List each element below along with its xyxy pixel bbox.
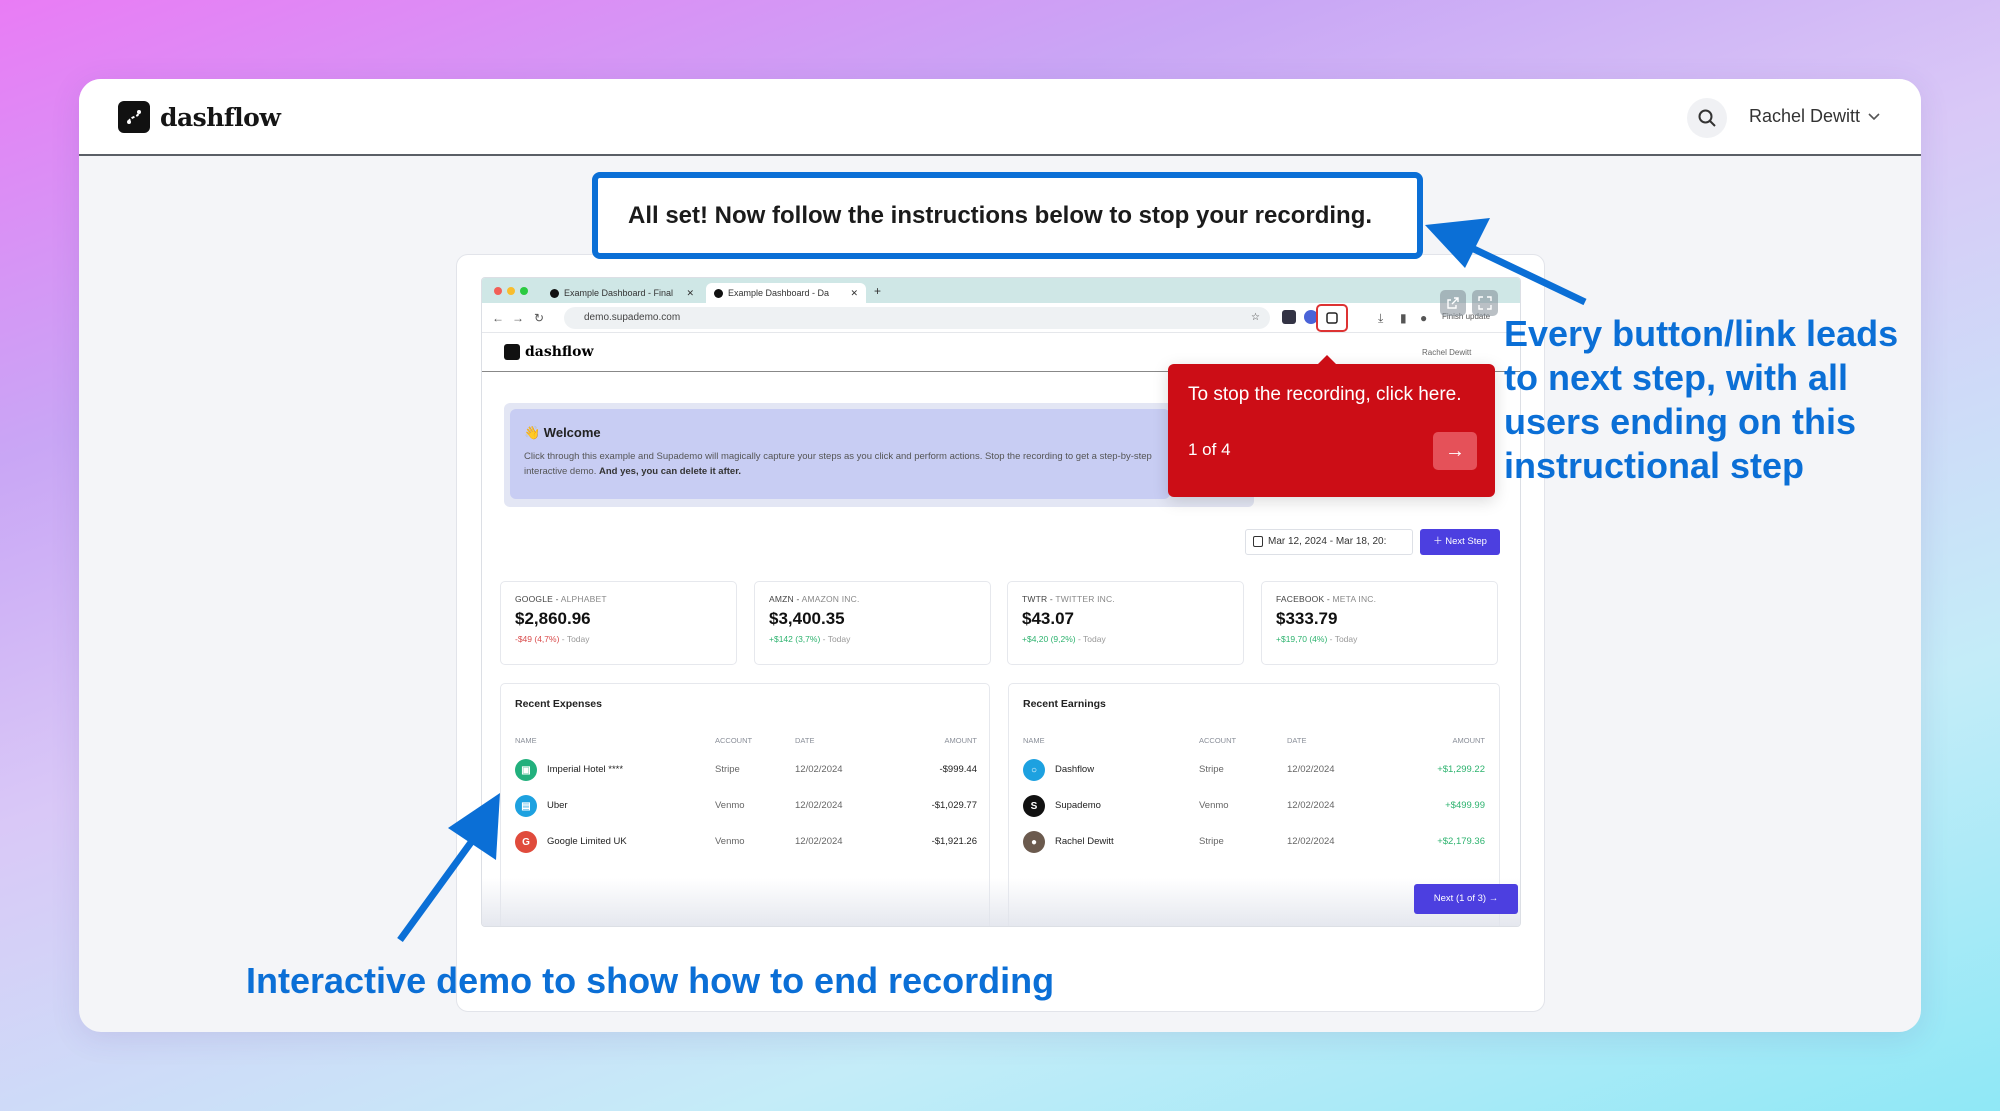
tooltip-step-counter: 1 of 4 xyxy=(1188,440,1231,459)
search-button[interactable] xyxy=(1687,98,1727,138)
tab-label: Example Dashboard - Da xyxy=(728,288,830,298)
next-progress-button[interactable]: Next (1 of 3) → xyxy=(1414,884,1518,914)
stock-card[interactable]: FACEBOOK - META INC. $333.79 +$19,70 (4%… xyxy=(1261,581,1498,665)
url-input[interactable]: demo.supademo.com ☆ xyxy=(564,307,1270,329)
close-dot[interactable] xyxy=(494,287,502,295)
browser-tab[interactable]: Example Dashboard - Final ✕ xyxy=(542,283,702,303)
logo-icon xyxy=(504,344,520,360)
logo[interactable]: dashflow xyxy=(118,101,281,133)
star-icon[interactable]: ☆ xyxy=(1251,307,1260,329)
stock-price: $333.79 xyxy=(1276,609,1338,628)
google-icon: G xyxy=(515,831,537,853)
window-controls xyxy=(494,287,528,295)
stock-price: $43.07 xyxy=(1022,609,1074,628)
reload-icon[interactable]: ↻ xyxy=(534,311,544,325)
address-bar: ← → ↻ demo.supademo.com ☆ ⤓ ▮ ● Finish u… xyxy=(482,303,1520,333)
stock-price: $2,860.96 xyxy=(515,609,591,628)
download-icon[interactable]: ⤓ xyxy=(1378,311,1383,326)
logo-text: dashflow xyxy=(160,102,281,132)
browser-tab-active[interactable]: Example Dashboard - Da ✕ xyxy=(706,283,866,303)
fullscreen-button[interactable] xyxy=(1472,290,1498,316)
user-menu[interactable]: Rachel Dewitt xyxy=(1749,106,1880,127)
tooltip-next-button[interactable]: → xyxy=(1433,432,1477,470)
date-range-text: Mar 12, 2024 - Mar 18, 20: xyxy=(1268,536,1387,547)
maximize-dot[interactable] xyxy=(520,287,528,295)
instruction-banner: All set! Now follow the instructions bel… xyxy=(592,172,1423,259)
table-row[interactable]: ▤ Uber Venmo 12/02/2024 -$1,029.77 xyxy=(515,792,977,820)
favicon-icon xyxy=(714,288,723,298)
tooltip-text: To stop the recording, click here. xyxy=(1188,384,1462,405)
supademo-icon: S xyxy=(1023,795,1045,817)
fullscreen-icon xyxy=(1478,296,1492,310)
dashflow-icon: ○ xyxy=(1023,759,1045,781)
annotation-bottom: Interactive demo to show how to end reco… xyxy=(246,960,1055,1001)
stock-card[interactable]: GOOGLE - ALPHABET $2,860.96 -$49 (4,7%) … xyxy=(500,581,737,665)
supademo-extension-button[interactable] xyxy=(1316,304,1348,332)
table-row[interactable]: G Google Limited UK Venmo 12/02/2024 -$1… xyxy=(515,828,977,856)
chevron-down-icon xyxy=(1868,112,1880,120)
demo-user-name[interactable]: Rachel Dewitt xyxy=(1422,348,1471,357)
stock-price: $3,400.35 xyxy=(769,609,845,628)
profile-icon[interactable]: ● xyxy=(1420,311,1427,325)
search-icon xyxy=(1698,109,1716,127)
close-icon[interactable]: ✕ xyxy=(850,288,858,299)
annotation-right: Every button/link leads to next step, wi… xyxy=(1504,313,1899,486)
car-icon: ▤ xyxy=(515,795,537,817)
plus-icon: ＋ xyxy=(1433,536,1443,547)
table-row[interactable]: ● Rachel Dewitt Stripe 12/02/2024 +$2,17… xyxy=(1023,828,1485,856)
banner-text: All set! Now follow the instructions bel… xyxy=(628,201,1373,229)
welcome-card: 👋 Welcome Click through this example and… xyxy=(510,409,1170,499)
back-icon[interactable]: ← xyxy=(492,311,504,325)
external-link-icon xyxy=(1447,297,1459,309)
arrow-right-icon: → xyxy=(1445,439,1465,462)
extension-icon[interactable] xyxy=(1282,310,1296,324)
tab-label: Example Dashboard - Final xyxy=(564,288,674,298)
welcome-title: 👋 Welcome xyxy=(524,425,601,440)
demo-fade xyxy=(482,878,1520,926)
favicon-icon xyxy=(550,288,559,298)
extension-puzzle-icon xyxy=(1326,312,1338,324)
new-tab-icon[interactable]: + xyxy=(874,284,881,298)
demo-logo-text: dashflow xyxy=(525,344,594,360)
next-step-button[interactable]: ＋ Next Step xyxy=(1420,529,1500,555)
demo-logo[interactable]: dashflow xyxy=(504,344,594,360)
user-name: Rachel Dewitt xyxy=(1749,106,1861,126)
table-row[interactable]: S Supademo Venmo 12/02/2024 +$499.99 xyxy=(1023,792,1485,820)
welcome-body: Click through this example and Supademo … xyxy=(524,451,1152,477)
panel-title: Recent Earnings xyxy=(1023,698,1106,710)
hotel-icon: ▣ xyxy=(515,759,537,781)
logo-icon xyxy=(118,101,150,133)
welcome-card-wrap: 👋 Welcome Click through this example and… xyxy=(504,403,1254,507)
avatar-icon: ● xyxy=(1023,831,1045,853)
url-text: demo.supademo.com xyxy=(584,312,681,323)
table-row[interactable]: ○ Dashflow Stripe 12/02/2024 +$1,299.22 xyxy=(1023,756,1485,784)
demo-tooltip: To stop the recording, click here. 1 of … xyxy=(1168,355,1495,497)
table-row[interactable]: ▣ Imperial Hotel **** Stripe 12/02/2024 … xyxy=(515,756,977,784)
date-range-picker[interactable]: Mar 12, 2024 - Mar 18, 20: xyxy=(1245,529,1413,555)
panel-title: Recent Expenses xyxy=(515,698,602,710)
tab-strip: Example Dashboard - Final ✕ Example Dash… xyxy=(482,278,1520,303)
stock-card[interactable]: AMZN - AMAZON INC. $3,400.35 +$142 (3,7%… xyxy=(754,581,991,665)
stock-card[interactable]: TWTR - TWITTER INC. $43.07 +$4,20 (9,2%)… xyxy=(1007,581,1244,665)
close-icon[interactable]: ✕ xyxy=(686,288,694,299)
header: dashflow Rachel Dewitt xyxy=(79,79,1921,156)
calendar-icon xyxy=(1253,536,1263,547)
open-external-button[interactable] xyxy=(1440,290,1466,316)
minimize-dot[interactable] xyxy=(507,287,515,295)
sidebar-icon[interactable]: ▮ xyxy=(1400,311,1407,325)
forward-icon[interactable]: → xyxy=(512,311,524,325)
